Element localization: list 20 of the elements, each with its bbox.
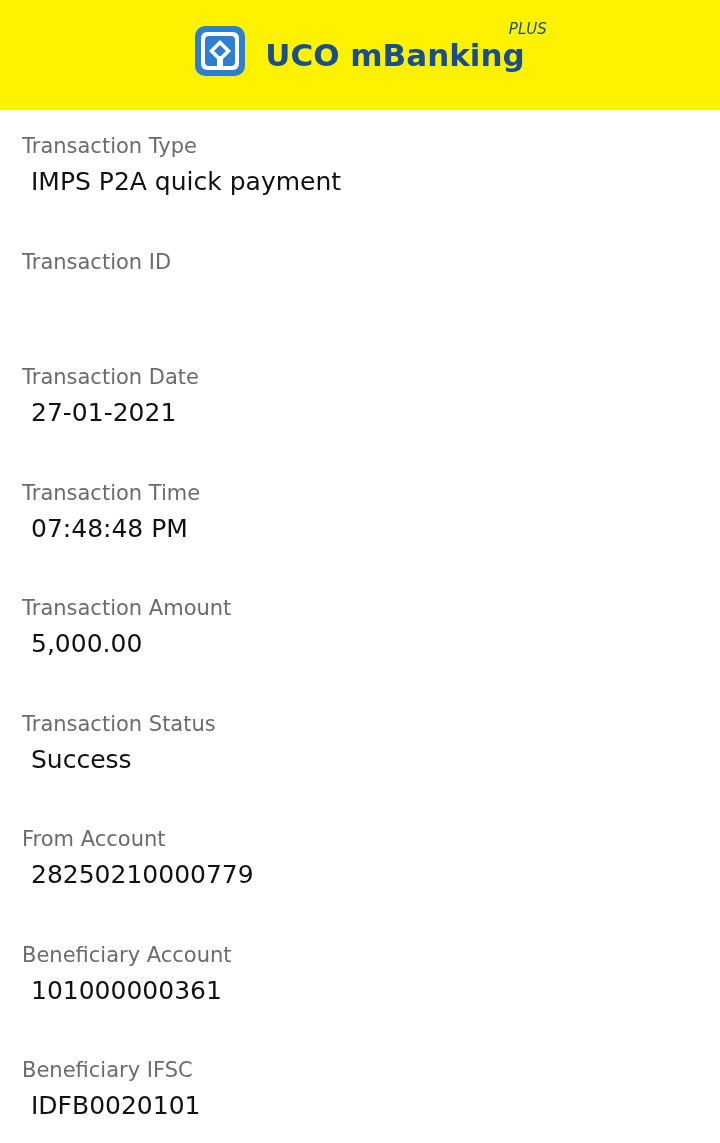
field-value: IDFB0020101 [30, 1090, 202, 1122]
field-value: 07:48:48 PM [30, 512, 189, 545]
plus-label: PLUS [508, 19, 547, 40]
field-label: Beneficiary Account [21, 941, 233, 969]
field-value: 28250210000779 [30, 859, 255, 891]
field-label: From Account [21, 826, 167, 853]
bank-logo-icon [195, 26, 246, 76]
field-label: Beneficiary IFSC [21, 1057, 194, 1084]
field-label: Transaction ID [21, 248, 173, 276]
app-title: UCO mBanking [265, 37, 525, 73]
field-label: Transaction Amount [21, 595, 233, 622]
field-value: 27-01-2021 [30, 397, 178, 429]
field-label: Transaction Status [21, 710, 217, 738]
field-value: 101000000361 [30, 974, 223, 1007]
field-value: IMPS P2A quick payment [30, 166, 343, 198]
field-value: Success [30, 743, 133, 776]
field-label: Transaction Time [21, 479, 202, 507]
field-label: Transaction Type [21, 133, 199, 160]
field-label: Transaction Date [21, 364, 200, 391]
field-value: 5,000.00 [30, 628, 144, 660]
